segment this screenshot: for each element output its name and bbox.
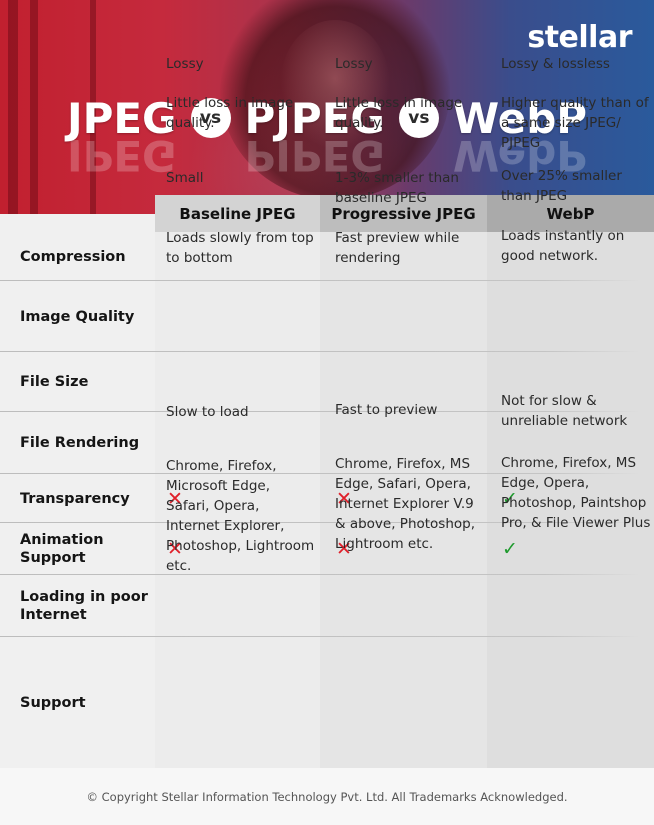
footer-copyright: © Copyright Stellar Information Technolo… xyxy=(0,768,654,825)
row-label: File Rendering xyxy=(20,435,140,451)
title-word-jpeg: JPEG xyxy=(66,93,177,143)
row-label: Compression xyxy=(20,248,126,265)
table-cell: Over 25% smaller than JPEG xyxy=(501,168,622,204)
table-cell: Little loss in image quality. xyxy=(335,95,463,131)
row-label: File Size xyxy=(20,374,89,390)
row-label: Loading in poor Internet xyxy=(20,589,148,623)
table-cell: Small xyxy=(166,170,204,186)
row-label: Animation Support xyxy=(20,532,104,566)
table-cell: Chrome, Firefox, Microsoft Edge, Safari,… xyxy=(166,458,315,574)
table-cell: Loads slowly from top to bottom xyxy=(166,230,314,266)
table-cell: Fast to preview xyxy=(335,402,438,418)
table-cell: Lossy xyxy=(166,56,204,72)
row-label: Support xyxy=(20,694,86,711)
table-row: Loading in poor Internet Slow to load Fast… xyxy=(0,393,654,637)
check-icon: ✓ xyxy=(502,538,518,560)
table-row: Image Quality Little loss in image qualit… xyxy=(0,95,654,352)
table-cell: Higher quality than of a same size JPEG/… xyxy=(501,95,649,151)
table-cell: Fast preview while rendering xyxy=(335,230,460,266)
table-cell: Lossy xyxy=(335,56,373,72)
table-cell: Lossy & lossless xyxy=(501,56,610,72)
comparison-table: Baseline JPEG Progressive JPEG WebP Comp… xyxy=(0,56,654,768)
table-cell: Chrome, Firefox, MS Edge, Opera, Photosh… xyxy=(501,455,651,531)
table-cell: Slow to load xyxy=(166,404,249,420)
table-cell: Chrome, Firefox, MS Edge, Safari, Opera,… xyxy=(335,456,476,552)
table-cell: Loads instantly on good network. xyxy=(501,228,625,264)
stellar-logo: stellar xyxy=(527,20,632,55)
table-cell: Little loss in image quality. xyxy=(166,95,294,131)
row-label: Transparency xyxy=(20,490,130,507)
table-row: Support Chrome, Firefox, Microsoft Edge, … xyxy=(0,455,654,768)
row-label: Image Quality xyxy=(20,308,135,325)
table-cell: Not for slow & unreliable network xyxy=(501,393,628,429)
table-cell: 1-3% smaller than baseline JPEG xyxy=(335,170,459,206)
column-header-baseline-jpeg: Baseline JPEG xyxy=(155,195,320,232)
